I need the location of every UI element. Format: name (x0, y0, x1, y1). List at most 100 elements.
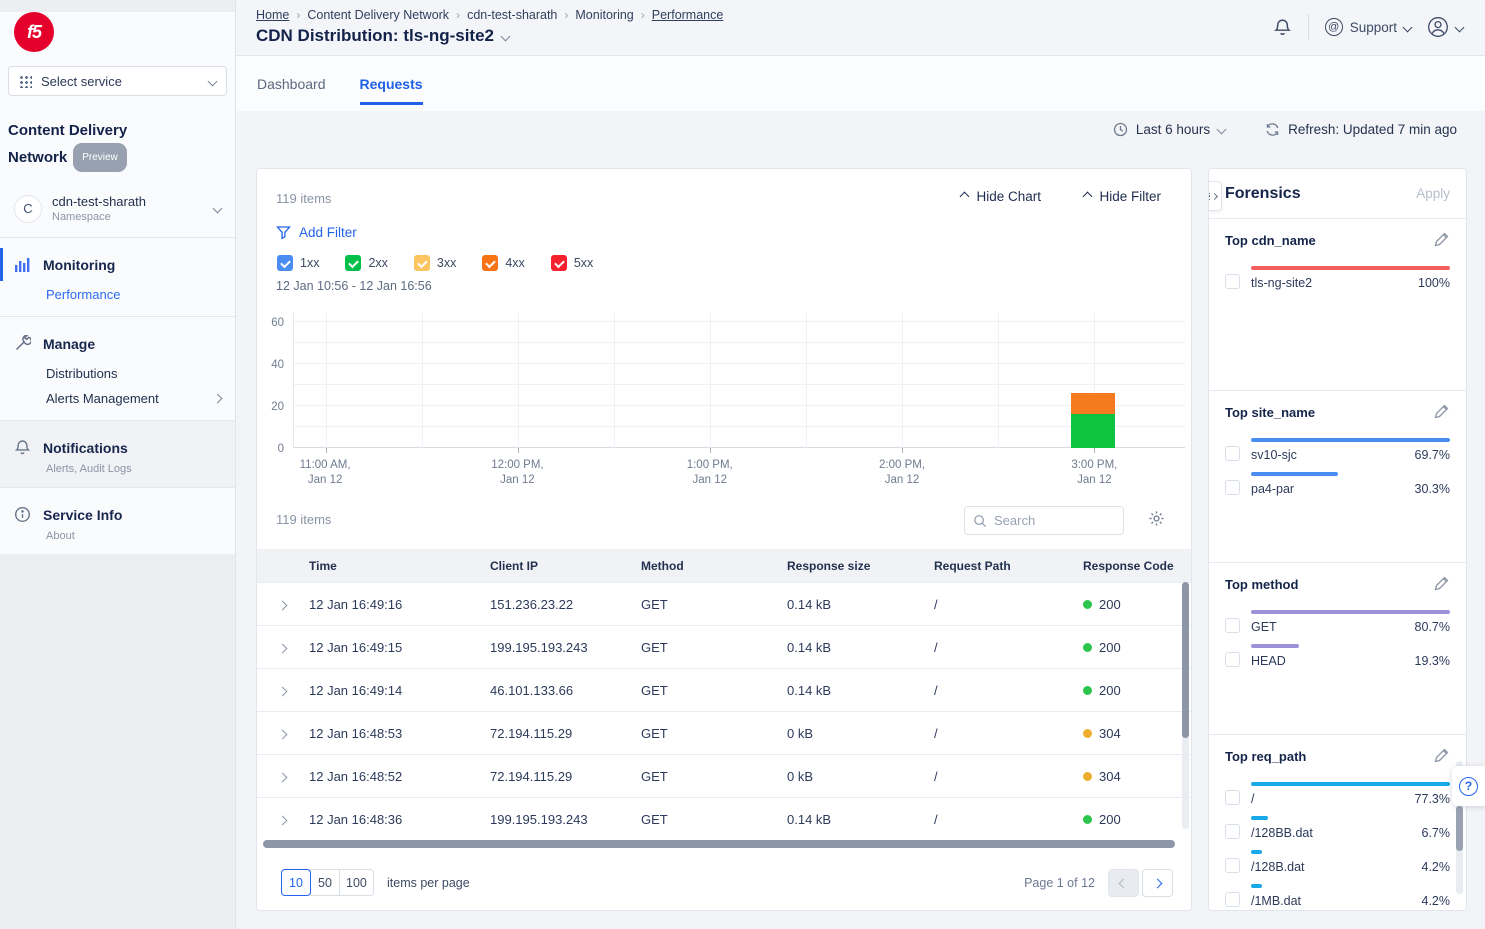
checkbox-icon[interactable] (345, 255, 361, 271)
forensics-item-label[interactable]: GET (1251, 620, 1277, 634)
table-vertical-scrollbar[interactable] (1182, 582, 1189, 829)
search-input[interactable] (994, 513, 1115, 528)
sidebar-item-alerts-management[interactable]: Alerts Management (0, 383, 235, 408)
table-row[interactable]: 12 Jan 16:48:36199.195.193.243GET0.14 kB… (257, 797, 1191, 840)
account-menu[interactable] (1427, 16, 1463, 38)
sidebar-item-manage[interactable]: Manage (0, 329, 235, 358)
row-expand-button[interactable] (257, 640, 309, 655)
forensics-item-label[interactable]: / (1251, 792, 1254, 806)
page-size-50[interactable]: 50 (310, 869, 340, 896)
scrollbar-thumb[interactable] (1182, 582, 1189, 738)
forensics-item-label[interactable]: pa4-par (1251, 482, 1294, 496)
forensics-scrollbar-thumb[interactable] (1456, 806, 1463, 851)
checkbox-icon[interactable] (414, 255, 430, 271)
forensics-panel: Forensics Apply Top cdn_nametls-ng-site2… (1208, 168, 1467, 911)
table-row[interactable]: 12 Jan 16:49:16151.236.23.22GET0.14 kB/2… (257, 582, 1191, 625)
edit-pencil-icon[interactable] (1433, 403, 1450, 420)
cell-time: 12 Jan 16:49:14 (309, 683, 490, 698)
status-filter-1xx[interactable]: 1xx (277, 255, 319, 271)
refresh-control[interactable]: Refresh: Updated 7 min ago (1265, 122, 1457, 137)
table-row[interactable]: 12 Jan 16:49:15199.195.193.243GET0.14 kB… (257, 625, 1191, 668)
chevron-left-icon (1119, 878, 1129, 888)
f5-logo[interactable]: f5 (14, 12, 54, 52)
row-expand-button[interactable] (257, 597, 309, 612)
help-button[interactable] (1452, 766, 1485, 806)
checkbox[interactable] (1225, 824, 1240, 839)
table-horizontal-scrollbar[interactable] (263, 840, 1175, 848)
chevron-down-icon[interactable] (501, 31, 511, 41)
forensics-item-label[interactable]: /128BB.dat (1251, 826, 1313, 840)
chevron-right-icon (278, 686, 288, 696)
tab-requests[interactable]: Requests (360, 76, 423, 105)
edit-pencil-icon[interactable] (1433, 747, 1450, 764)
hide-filter-button[interactable]: Hide Filter (1084, 189, 1161, 204)
row-expand-button[interactable] (257, 812, 309, 827)
checkbox[interactable] (1225, 652, 1240, 667)
checkbox[interactable] (1225, 446, 1240, 461)
add-filter-button[interactable]: Add Filter (276, 225, 357, 240)
support-menu[interactable]: Support (1325, 18, 1411, 36)
checkbox[interactable] (1225, 790, 1240, 805)
tab-dashboard[interactable]: Dashboard (257, 76, 326, 105)
column-header[interactable]: Request Path (934, 559, 1083, 573)
breadcrumb-item[interactable]: Content Delivery Network (307, 8, 449, 22)
chart-gridline (710, 313, 711, 448)
checkbox[interactable] (1225, 858, 1240, 873)
table-row[interactable]: 12 Jan 16:48:5272.194.115.29GET0 kB/304 (257, 754, 1191, 797)
checkbox[interactable] (1225, 480, 1240, 495)
checkbox[interactable] (1225, 892, 1240, 907)
forensics-item-label[interactable]: tls-ng-site2 (1251, 276, 1312, 290)
status-filter-4xx[interactable]: 4xx (482, 255, 524, 271)
forensics-item-label[interactable]: sv10-sjc (1251, 448, 1297, 462)
breadcrumb-item[interactable]: Home (256, 8, 289, 22)
row-expand-button[interactable] (257, 769, 309, 784)
apply-button[interactable]: Apply (1416, 186, 1450, 201)
breadcrumb-item[interactable]: Monitoring (575, 8, 633, 22)
checkbox-icon[interactable] (482, 255, 498, 271)
page-size-100[interactable]: 100 (339, 869, 374, 896)
checkbox[interactable] (1225, 618, 1240, 633)
forensics-collapse-button[interactable] (1208, 181, 1222, 211)
table-row[interactable]: 12 Jan 16:49:1446.101.133.66GET0.14 kB/2… (257, 668, 1191, 711)
next-page-button[interactable] (1142, 869, 1173, 897)
checkbox[interactable] (1225, 274, 1240, 289)
sidebar-item-label: Monitoring (43, 257, 115, 273)
previous-page-button[interactable] (1108, 869, 1139, 897)
sidebar-item-performance[interactable]: Performance (0, 279, 235, 304)
status-filter-3xx[interactable]: 3xx (414, 255, 456, 271)
column-header[interactable]: Client IP (490, 559, 641, 573)
row-expand-button[interactable] (257, 683, 309, 698)
forensics-item-label[interactable]: /128B.dat (1251, 860, 1305, 874)
forensics-item-label[interactable]: HEAD (1251, 654, 1286, 668)
namespace-selector[interactable]: C cdn-test-sharath Namespace (8, 188, 227, 237)
status-filter-5xx[interactable]: 5xx (551, 255, 593, 271)
column-header[interactable]: Method (641, 559, 787, 573)
bell-icon[interactable] (1273, 18, 1292, 37)
sidebar-item-distributions[interactable]: Distributions (0, 358, 235, 383)
column-header[interactable]: Response Code (1083, 559, 1191, 573)
sidebar-item-notifications[interactable]: Notifications (0, 433, 235, 462)
sidebar-item-service-info[interactable]: Service Info (0, 500, 235, 529)
forensics-item-label[interactable]: /1MB.dat (1251, 894, 1301, 908)
select-service-dropdown[interactable]: Select service (8, 66, 227, 96)
checkbox-icon[interactable] (277, 255, 293, 271)
checkbox-icon[interactable] (551, 255, 567, 271)
response-code-value: 200 (1099, 683, 1121, 698)
breadcrumb-item[interactable]: Performance (652, 8, 724, 22)
requests-chart[interactable] (293, 313, 1185, 448)
hide-chart-button[interactable]: Hide Chart (961, 189, 1041, 204)
table-row[interactable]: 12 Jan 16:48:5372.194.115.29GET0 kB/304 (257, 711, 1191, 754)
forensics-item-labels: /128B.dat4.2% (1251, 860, 1450, 874)
breadcrumb-item[interactable]: cdn-test-sharath (467, 8, 557, 22)
column-header[interactable]: Time (309, 559, 490, 573)
status-filter-2xx[interactable]: 2xx (345, 255, 387, 271)
sidebar-item-monitoring[interactable]: Monitoring (0, 250, 235, 279)
column-header[interactable]: Response size (787, 559, 934, 573)
edit-pencil-icon[interactable] (1433, 575, 1450, 592)
edit-pencil-icon[interactable] (1433, 231, 1450, 248)
page-size-10[interactable]: 10 (281, 869, 311, 896)
stacked-bar[interactable] (1071, 313, 1115, 448)
time-range-dropdown[interactable]: Last 6 hours (1113, 122, 1225, 137)
table-settings-button[interactable] (1148, 510, 1165, 527)
row-expand-button[interactable] (257, 726, 309, 741)
